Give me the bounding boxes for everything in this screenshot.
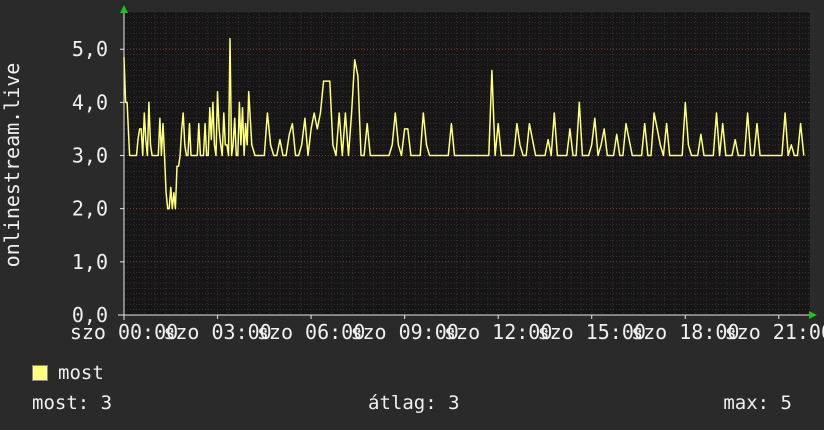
x-tick-label: szo 03:00 <box>163 320 271 344</box>
stat-average: átlag: 3 <box>368 392 460 414</box>
stat-current: most: 3 <box>32 392 113 414</box>
y-axis-arrow <box>120 5 128 13</box>
x-tick-label: szo 15:00 <box>538 320 646 344</box>
x-tick-label: szo 06:00 <box>257 320 365 344</box>
y-axis-label: onlinestream.live <box>0 63 24 268</box>
y-axis-ticks: 0,01,02,03,04,05,0 <box>72 37 124 327</box>
x-axis-arrow <box>809 311 817 319</box>
stat-max: max: 5 <box>723 392 792 414</box>
legend-swatch <box>32 365 48 381</box>
y-tick-label: 1,0 <box>72 250 108 274</box>
x-tick-label: szo 12:00 <box>444 320 552 344</box>
legend: most <box>32 362 104 384</box>
legend-label: most <box>58 362 104 384</box>
y-tick-label: 2,0 <box>72 197 108 221</box>
y-tick-label: 5,0 <box>72 37 108 61</box>
x-tick-label: szo 09:00 <box>350 320 458 344</box>
x-tick-label: szo 21:00 <box>725 320 824 344</box>
x-tick-label: szo 18:00 <box>631 320 739 344</box>
line-chart: 0,01,02,03,04,05,0 szo 00:00szo 03:00szo… <box>0 5 824 344</box>
y-tick-label: 3,0 <box>72 144 108 168</box>
x-axis-ticks: szo 00:00szo 03:00szo 06:00szo 09:00szo … <box>70 315 824 344</box>
x-tick-label: szo 00:00 <box>70 320 178 344</box>
y-tick-label: 4,0 <box>72 90 108 114</box>
